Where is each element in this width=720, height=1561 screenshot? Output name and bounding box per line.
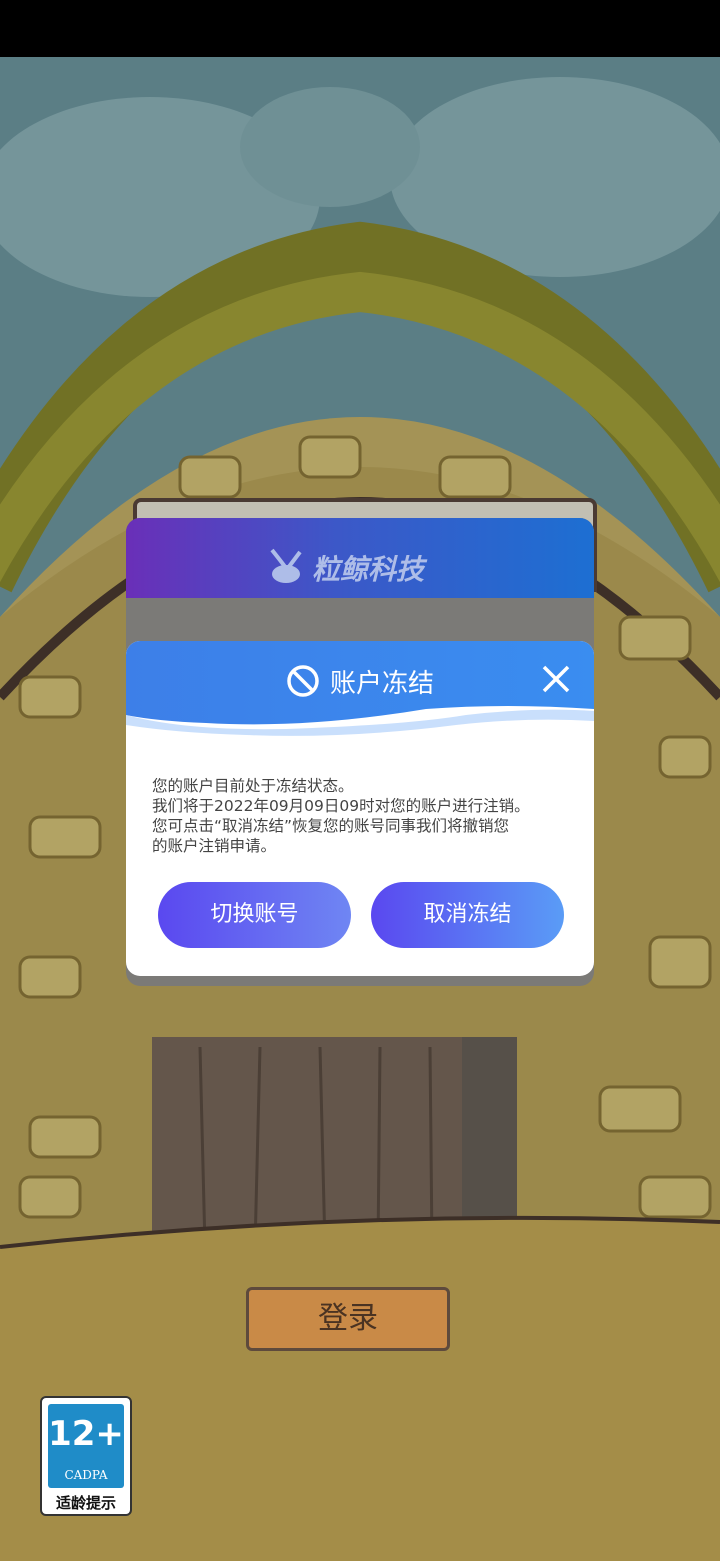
message-line: 您的账户目前处于冻结状态。 (152, 777, 354, 795)
cancel-freeze-button[interactable]: 取消冻结 (371, 882, 564, 948)
age-rating-org: CADPA (64, 1468, 108, 1482)
close-icon[interactable] (538, 661, 574, 697)
dialog-title: 账户冻结 (329, 668, 434, 699)
brand-name: 粒鲸科技 (312, 553, 425, 586)
whale-logo-icon (270, 548, 302, 583)
age-rating-caption: 适龄提示 (55, 1494, 116, 1512)
login-banner: 粒鲸科技 (126, 518, 594, 598)
message-line: 您可点击“取消冻结”恢复您的账号同事我们将撤销您 (152, 817, 510, 835)
status-bar (0, 0, 720, 57)
account-frozen-dialog: 账户冻结 您的账户目前处于冻结状态。 我们将于2022年09月09日09时对您的… (126, 641, 594, 976)
login-button[interactable]: 登录 (246, 1287, 450, 1351)
dialog-message: 您的账户目前处于冻结状态。 我们将于2022年09月09日09时对您的账户进行注… (152, 776, 582, 856)
age-rating-number: 12+ (48, 1414, 124, 1454)
ban-icon (287, 665, 319, 697)
dialog-title-row: 账户冻结 (126, 661, 594, 701)
message-line: 的账户注销申请。 (152, 837, 277, 855)
switch-account-button[interactable]: 切换账号 (158, 882, 351, 948)
message-line: 我们将于2022年09月09日09时对您的账户进行注销。 (152, 797, 530, 815)
age-rating-badge: 12+ CADPA 适龄提示 (40, 1396, 132, 1516)
